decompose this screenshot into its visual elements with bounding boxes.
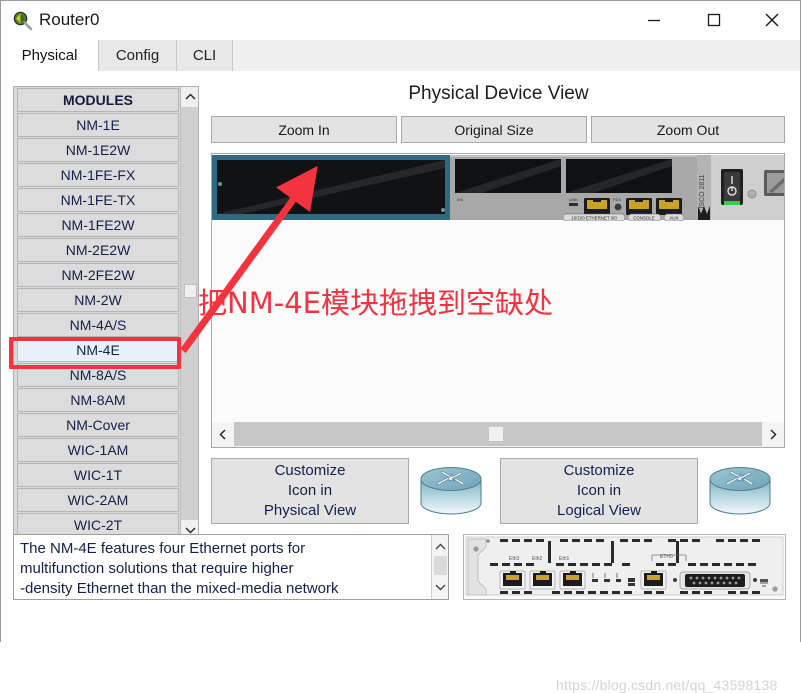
tab-config[interactable]: Config bbox=[99, 40, 177, 71]
physical-device-view-title: Physical Device View bbox=[408, 83, 589, 104]
router-icon-physical bbox=[420, 467, 482, 515]
modules-list-header: MODULES bbox=[17, 88, 179, 112]
module-item-nm-1fe-tx[interactable]: NM-1FE-TX bbox=[17, 188, 179, 212]
svg-text:Eth3: Eth3 bbox=[509, 556, 520, 562]
watermark-text: https://blog.csdn.net/qq_43598138 bbox=[556, 677, 778, 693]
tab-strip-filler bbox=[233, 40, 800, 71]
module-item-wic-1am[interactable]: WIC-1AM bbox=[17, 438, 179, 462]
module-item-nm-cover[interactable]: NM-Cover bbox=[17, 413, 179, 437]
module-label: NM-1FE2W bbox=[61, 217, 135, 233]
module-label: WIC-2T bbox=[73, 517, 123, 533]
original-size-button[interactable]: Original Size bbox=[401, 116, 587, 143]
router-icon-logical bbox=[709, 467, 771, 515]
nm4e-highlight-box bbox=[9, 337, 181, 369]
module-label: NM-1E2W bbox=[65, 142, 131, 158]
modules-scrollbar[interactable] bbox=[180, 87, 198, 540]
module-label: MODULES bbox=[63, 92, 133, 108]
zoom-out-button[interactable]: Zoom Out bbox=[591, 116, 785, 143]
svg-text:W1: W1 bbox=[457, 197, 464, 202]
description-scroll-thumb[interactable] bbox=[434, 556, 447, 575]
module-label: NM-4A/S bbox=[69, 317, 127, 333]
module-description-text: The NM-4E features four Ethernet ports f… bbox=[20, 540, 339, 597]
description-scroll-up-icon[interactable] bbox=[435, 538, 446, 556]
svg-text:10/100 ETHERNET 0/0: 10/100 ETHERNET 0/0 bbox=[571, 215, 617, 220]
title-bar: Router0 bbox=[1, 1, 800, 40]
module-label: NM-8AM bbox=[70, 392, 126, 408]
hscroll-track[interactable] bbox=[234, 422, 762, 446]
cust-log-line1: Customize bbox=[563, 462, 635, 479]
module-item-nm-1e[interactable]: NM-1E bbox=[17, 113, 179, 137]
cust-log-line3: Logical View bbox=[557, 502, 641, 519]
description-scroll-down-icon[interactable] bbox=[435, 578, 446, 596]
router-properties-window: Router0 Physical Config CLI MODULES NM-1E… bbox=[0, 0, 801, 693]
module-item-nm-2e2w[interactable]: NM-2E2W bbox=[17, 238, 179, 262]
device-view-hscrollbar[interactable] bbox=[211, 422, 785, 448]
module-label: NM-2W bbox=[74, 292, 122, 308]
module-label: NM-8A/S bbox=[69, 367, 127, 383]
module-item-wic-1t[interactable]: WIC-1T bbox=[17, 463, 179, 487]
module-preview-image: Eth3 Eth2 Eth1 ETH0 bbox=[463, 534, 786, 600]
tab-cli[interactable]: CLI bbox=[177, 40, 233, 71]
packet-tracer-router-icon bbox=[13, 11, 33, 31]
module-label: NM-1FE-FX bbox=[60, 167, 136, 183]
module-item-nm-4a-s[interactable]: NM-4A/S bbox=[17, 313, 179, 337]
modules-panel: MODULES NM-1E NM-1E2W NM-1FE-FX NM-1FE-TX NM-… bbox=[13, 86, 199, 541]
svg-text:Eth1: Eth1 bbox=[559, 556, 570, 562]
module-label: WIC-2AM bbox=[67, 492, 129, 508]
module-item-wic-2am[interactable]: WIC-2AM bbox=[17, 488, 179, 512]
module-item-nm-8am[interactable]: NM-8AM bbox=[17, 388, 179, 412]
svg-text:FDX: FDX bbox=[613, 197, 621, 202]
description-scrollbar[interactable] bbox=[431, 535, 448, 599]
svg-text:CISCO 2811: CISCO 2811 bbox=[699, 174, 706, 213]
annotation-text: 把NM-4E模块拖拽到空缺处 bbox=[198, 286, 553, 320]
module-label: NM-2FE2W bbox=[61, 267, 135, 283]
hscroll-right-icon[interactable] bbox=[762, 422, 784, 446]
module-item-nm-1fe2w[interactable]: NM-1FE2W bbox=[17, 213, 179, 237]
cust-phys-line3: Physical View bbox=[263, 502, 357, 519]
module-label: NM-1FE-TX bbox=[60, 192, 136, 208]
svg-text:LINK: LINK bbox=[569, 197, 578, 202]
module-label: WIC-1AM bbox=[67, 442, 129, 458]
router-chassis-image[interactable]: W1 W0 LINK FDX bbox=[212, 154, 785, 221]
close-button[interactable] bbox=[749, 1, 795, 39]
svg-text:CONSOLE: CONSOLE bbox=[633, 215, 655, 220]
module-description-box: The NM-4E features four Ethernet ports f… bbox=[13, 534, 449, 600]
module-label: NM-1E bbox=[76, 117, 120, 133]
cust-phys-line1: Customize bbox=[274, 462, 346, 479]
module-item-nm-1fe-fx[interactable]: NM-1FE-FX bbox=[17, 163, 179, 187]
modules-list[interactable]: MODULES NM-1E NM-1E2W NM-1FE-FX NM-1FE-TX NM-… bbox=[15, 88, 181, 540]
module-label: WIC-1T bbox=[73, 467, 123, 483]
cust-phys-line2: Icon in bbox=[287, 482, 333, 499]
customize-icon-physical-view-button[interactable]: Customize Icon in Physical View bbox=[211, 458, 409, 524]
module-item-nm-1e2w[interactable]: NM-1E2W bbox=[17, 138, 179, 162]
svg-text:Eth2: Eth2 bbox=[532, 556, 543, 562]
zoom-in-button[interactable]: Zoom In bbox=[211, 116, 397, 143]
hscroll-left-icon[interactable] bbox=[212, 422, 234, 446]
module-label: NM-Cover bbox=[66, 417, 130, 433]
module-item-nm-2fe2w[interactable]: NM-2FE2W bbox=[17, 263, 179, 287]
window-title: Router0 bbox=[39, 10, 100, 29]
customize-icon-logical-view-button[interactable]: Customize Icon in Logical View bbox=[500, 458, 698, 524]
hscroll-thumb[interactable] bbox=[489, 427, 503, 441]
svg-text:AUX: AUX bbox=[669, 215, 678, 220]
module-label: NM-2E2W bbox=[65, 242, 131, 258]
maximize-button[interactable] bbox=[691, 1, 737, 39]
cust-log-line2: Icon in bbox=[576, 482, 622, 499]
module-item-nm-2w[interactable]: NM-2W bbox=[17, 288, 179, 312]
tab-strip: Physical Config CLI bbox=[1, 40, 800, 71]
modules-scroll-thumb[interactable] bbox=[184, 284, 197, 298]
scroll-up-icon[interactable] bbox=[181, 87, 198, 107]
tab-physical[interactable]: Physical bbox=[1, 40, 99, 71]
minimize-button[interactable] bbox=[631, 1, 677, 39]
